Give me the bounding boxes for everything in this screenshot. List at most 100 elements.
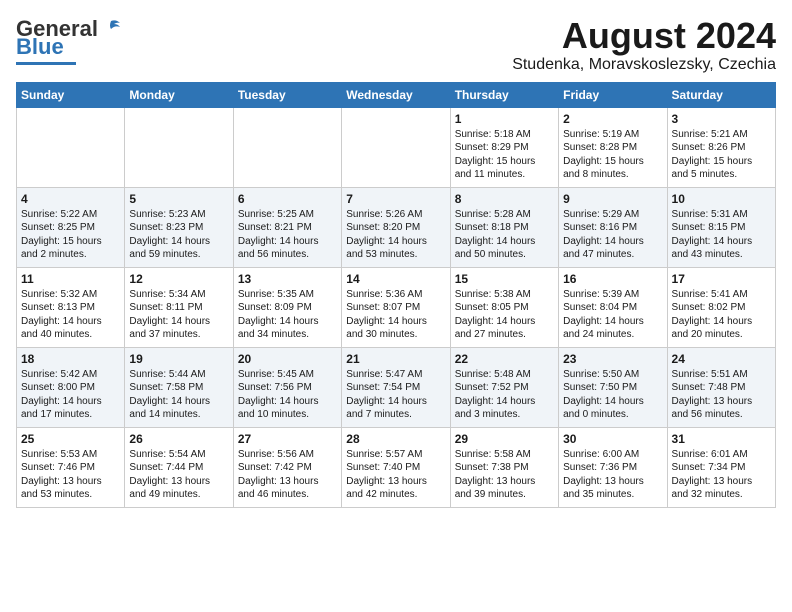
week-row-4: 18Sunrise: 5:42 AM Sunset: 8:00 PM Dayli… (17, 347, 776, 427)
day-number: 20 (238, 352, 337, 366)
day-info: Sunrise: 6:01 AM Sunset: 7:34 PM Dayligh… (672, 448, 771, 502)
day-number: 25 (21, 432, 120, 446)
calendar-cell (125, 107, 233, 187)
calendar-cell: 20Sunrise: 5:45 AM Sunset: 7:56 PM Dayli… (233, 347, 341, 427)
calendar-cell: 29 Sunrise: 5:58 AM Sunset: 7:38 PM Dayli… (450, 427, 558, 507)
day-number: 1 (455, 112, 554, 126)
calendar-cell: 9 Sunrise: 5:29 AM Sunset: 8:16 PM Daylig… (559, 187, 667, 267)
day-number: 11 (21, 272, 120, 286)
day-info: Sunrise: 5:22 AM Sunset: 8:25 PM Dayligh… (21, 208, 120, 262)
logo-blue: Blue (16, 34, 64, 60)
day-info: Sunrise: 5:32 AM Sunset: 8:13 PM Dayligh… (21, 288, 120, 342)
calendar-cell: 1 Sunrise: 5:18 AM Sunset: 8:29 PM Daylig… (450, 107, 558, 187)
weekday-header-thursday: Thursday (450, 82, 558, 107)
calendar-cell: 7Sunrise: 5:26 AM Sunset: 8:20 PM Daylig… (342, 187, 450, 267)
day-info: Sunrise: 5:53 AM Sunset: 7:46 PM Dayligh… (21, 448, 120, 502)
weekday-header-saturday: Saturday (667, 82, 775, 107)
calendar-cell: 28 Sunrise: 5:57 AM Sunset: 7:40 PM Dayli… (342, 427, 450, 507)
weekday-header-row: SundayMondayTuesdayWednesdayThursdayFrid… (17, 82, 776, 107)
day-info: Sunrise: 5:25 AM Sunset: 8:21 PM Dayligh… (238, 208, 337, 262)
calendar-cell: 13Sunrise: 5:35 AM Sunset: 8:09 PM Dayli… (233, 267, 341, 347)
logo-underline (16, 62, 76, 65)
calendar-cell: 24Sunrise: 5:51 AM Sunset: 7:48 PM Dayli… (667, 347, 775, 427)
weekday-header-monday: Monday (125, 82, 233, 107)
day-number: 5 (129, 192, 228, 206)
day-info: Sunrise: 5:36 AM Sunset: 8:07 PM Dayligh… (346, 288, 445, 342)
day-info: Sunrise: 5:28 AM Sunset: 8:18 PM Dayligh… (455, 208, 554, 262)
day-number: 30 (563, 432, 662, 446)
calendar-cell: 22 Sunrise: 5:48 AM Sunset: 7:52 PM Dayli… (450, 347, 558, 427)
day-number: 18 (21, 352, 120, 366)
logo: General Blue (16, 16, 122, 65)
day-info: Sunrise: 5:18 AM Sunset: 8:29 PM Dayligh… (455, 128, 554, 182)
day-info: Sunrise: 5:39 AM Sunset: 8:04 PM Dayligh… (563, 288, 662, 342)
day-number: 31 (672, 432, 771, 446)
weekday-header-sunday: Sunday (17, 82, 125, 107)
calendar-cell (233, 107, 341, 187)
calendar-cell (342, 107, 450, 187)
calendar-cell: 6 Sunrise: 5:25 AM Sunset: 8:21 PM Daylig… (233, 187, 341, 267)
calendar-cell (17, 107, 125, 187)
week-row-5: 25 Sunrise: 5:53 AM Sunset: 7:46 PM Dayli… (17, 427, 776, 507)
calendar-title-block: August 2024 Studenka, Moravskoslezsky, C… (512, 16, 776, 74)
day-info: Sunrise: 5:47 AM Sunset: 7:54 PM Dayligh… (346, 368, 445, 422)
calendar-header: SundayMondayTuesdayWednesdayThursdayFrid… (17, 82, 776, 107)
day-number: 19 (129, 352, 228, 366)
calendar-cell: 15 Sunrise: 5:38 AM Sunset: 8:05 PM Dayli… (450, 267, 558, 347)
day-number: 26 (129, 432, 228, 446)
day-info: Sunrise: 5:51 AM Sunset: 7:48 PM Dayligh… (672, 368, 771, 422)
calendar-subtitle: Studenka, Moravskoslezsky, Czechia (512, 56, 776, 74)
day-number: 17 (672, 272, 771, 286)
calendar-cell: 27Sunrise: 5:56 AM Sunset: 7:42 PM Dayli… (233, 427, 341, 507)
day-info: Sunrise: 5:38 AM Sunset: 8:05 PM Dayligh… (455, 288, 554, 342)
calendar-table: SundayMondayTuesdayWednesdayThursdayFrid… (16, 82, 776, 508)
week-row-2: 4 Sunrise: 5:22 AM Sunset: 8:25 PM Daylig… (17, 187, 776, 267)
calendar-cell: 4 Sunrise: 5:22 AM Sunset: 8:25 PM Daylig… (17, 187, 125, 267)
day-info: Sunrise: 5:31 AM Sunset: 8:15 PM Dayligh… (672, 208, 771, 262)
day-info: Sunrise: 5:48 AM Sunset: 7:52 PM Dayligh… (455, 368, 554, 422)
page-header: General Blue August 2024 Studenka, Morav… (16, 16, 776, 74)
day-info: Sunrise: 5:54 AM Sunset: 7:44 PM Dayligh… (129, 448, 228, 502)
calendar-cell: 30Sunrise: 6:00 AM Sunset: 7:36 PM Dayli… (559, 427, 667, 507)
calendar-cell: 23Sunrise: 5:50 AM Sunset: 7:50 PM Dayli… (559, 347, 667, 427)
day-number: 8 (455, 192, 554, 206)
day-info: Sunrise: 5:58 AM Sunset: 7:38 PM Dayligh… (455, 448, 554, 502)
calendar-cell: 5 Sunrise: 5:23 AM Sunset: 8:23 PM Daylig… (125, 187, 233, 267)
calendar-cell: 10 Sunrise: 5:31 AM Sunset: 8:15 PM Dayli… (667, 187, 775, 267)
day-info: Sunrise: 5:41 AM Sunset: 8:02 PM Dayligh… (672, 288, 771, 342)
day-number: 3 (672, 112, 771, 126)
calendar-cell: 19 Sunrise: 5:44 AM Sunset: 7:58 PM Dayli… (125, 347, 233, 427)
day-info: Sunrise: 5:23 AM Sunset: 8:23 PM Dayligh… (129, 208, 228, 262)
day-number: 28 (346, 432, 445, 446)
day-info: Sunrise: 5:34 AM Sunset: 8:11 PM Dayligh… (129, 288, 228, 342)
day-info: Sunrise: 5:19 AM Sunset: 8:28 PM Dayligh… (563, 128, 662, 182)
day-number: 27 (238, 432, 337, 446)
day-number: 9 (563, 192, 662, 206)
calendar-body: 1 Sunrise: 5:18 AM Sunset: 8:29 PM Daylig… (17, 107, 776, 507)
day-info: Sunrise: 5:44 AM Sunset: 7:58 PM Dayligh… (129, 368, 228, 422)
calendar-cell: 16 Sunrise: 5:39 AM Sunset: 8:04 PM Dayli… (559, 267, 667, 347)
day-number: 16 (563, 272, 662, 286)
day-number: 12 (129, 272, 228, 286)
weekday-header-friday: Friday (559, 82, 667, 107)
weekday-header-tuesday: Tuesday (233, 82, 341, 107)
day-number: 14 (346, 272, 445, 286)
day-info: Sunrise: 5:29 AM Sunset: 8:16 PM Dayligh… (563, 208, 662, 262)
calendar-cell: 14 Sunrise: 5:36 AM Sunset: 8:07 PM Dayli… (342, 267, 450, 347)
day-number: 22 (455, 352, 554, 366)
day-number: 6 (238, 192, 337, 206)
calendar-cell: 26 Sunrise: 5:54 AM Sunset: 7:44 PM Dayli… (125, 427, 233, 507)
day-number: 4 (21, 192, 120, 206)
day-info: Sunrise: 5:35 AM Sunset: 8:09 PM Dayligh… (238, 288, 337, 342)
day-number: 21 (346, 352, 445, 366)
calendar-title: August 2024 (512, 16, 776, 56)
calendar-cell: 31 Sunrise: 6:01 AM Sunset: 7:34 PM Dayli… (667, 427, 775, 507)
day-number: 29 (455, 432, 554, 446)
day-number: 7 (346, 192, 445, 206)
day-number: 10 (672, 192, 771, 206)
day-info: Sunrise: 5:50 AM Sunset: 7:50 PM Dayligh… (563, 368, 662, 422)
day-number: 15 (455, 272, 554, 286)
logo-bird-icon (100, 19, 122, 39)
day-number: 2 (563, 112, 662, 126)
day-info: Sunrise: 5:57 AM Sunset: 7:40 PM Dayligh… (346, 448, 445, 502)
